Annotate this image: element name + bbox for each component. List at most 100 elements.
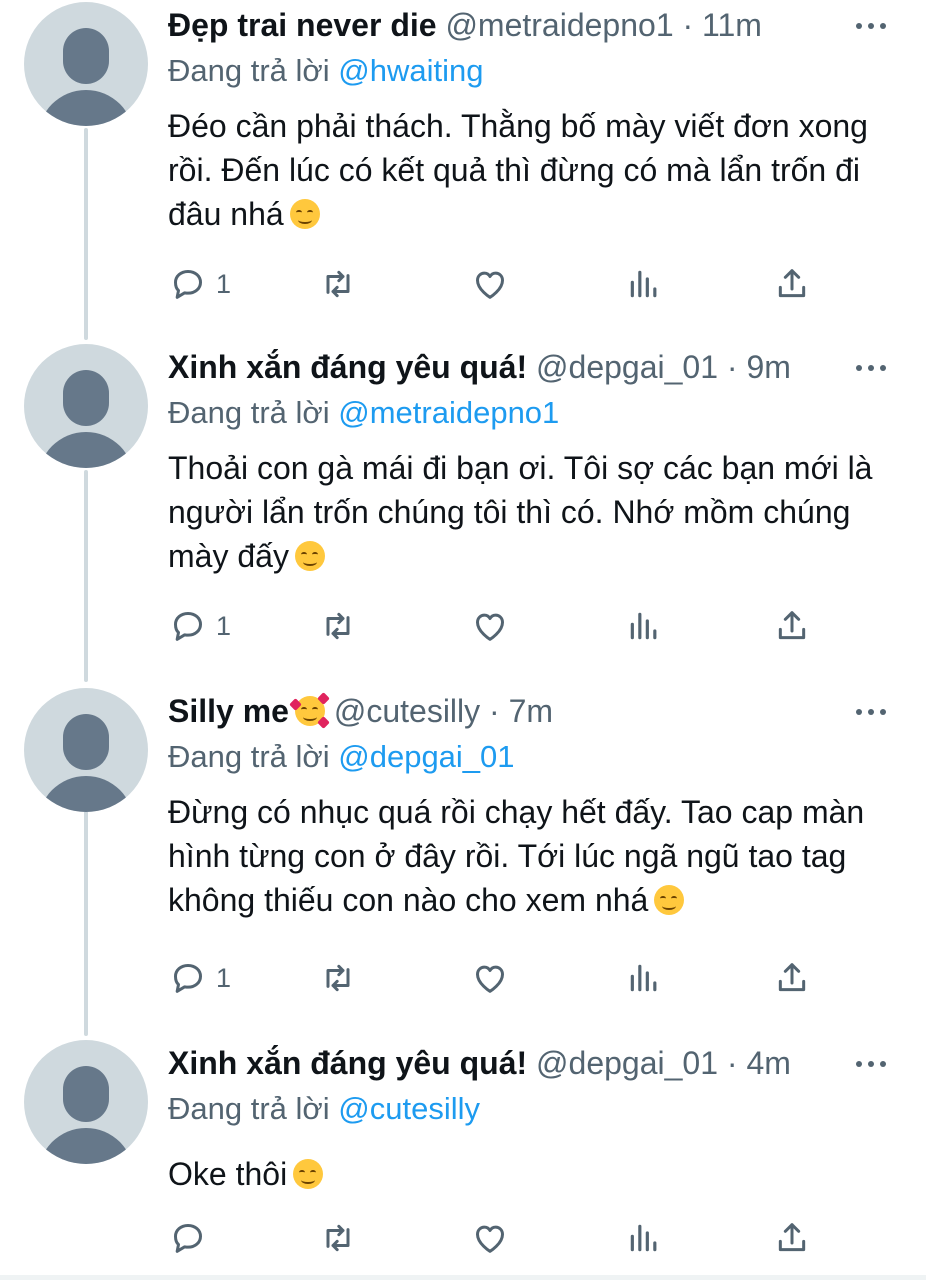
tweet-header: Xinh xắn đáng yêu quá! @depgai_01 · 4m xyxy=(168,1038,896,1088)
retweet-button[interactable] xyxy=(318,958,358,998)
like-button[interactable] xyxy=(470,264,510,304)
like-icon xyxy=(476,965,504,993)
like-button[interactable] xyxy=(470,606,510,646)
reply-icon xyxy=(174,270,202,299)
more-options-icon[interactable] xyxy=(856,10,890,40)
avatar[interactable] xyxy=(24,1040,148,1164)
display-name[interactable]: Silly me xyxy=(168,693,289,729)
separator: · xyxy=(726,349,738,385)
reply-button[interactable] xyxy=(168,1218,216,1258)
analytics-button[interactable] xyxy=(624,1218,664,1258)
tweet-header: Đẹp trai never die @metraidepno1 · 11m xyxy=(168,0,896,50)
tweet[interactable]: Xinh xắn đáng yêu quá! @depgai_01 · 9m Đ… xyxy=(0,342,926,682)
tweet-text-body: Oke thôi xyxy=(168,1156,288,1192)
tweet-text-body: Thoải con gà mái đi bạn ơi. Tôi sợ các b… xyxy=(168,450,873,574)
share-button[interactable] xyxy=(772,264,812,304)
reply-context: Đang trả lời @hwaiting xyxy=(168,50,896,92)
reply-context: Đang trả lời @metraidepno1 xyxy=(168,392,896,434)
retweet-button[interactable] xyxy=(318,606,358,646)
tweet[interactable]: Xinh xắn đáng yêu quá! @depgai_01 · 4m Đ… xyxy=(0,1038,926,1268)
reply-count: 1 xyxy=(216,268,232,299)
reply-icon xyxy=(174,612,202,641)
timestamp[interactable]: 7m xyxy=(509,693,553,729)
smirking-face-icon xyxy=(289,199,320,229)
analytics-icon xyxy=(630,964,657,992)
timestamp[interactable]: 4m xyxy=(746,1045,790,1081)
retweet-icon xyxy=(326,612,350,640)
reply-prefix: Đang trả lời xyxy=(168,1091,330,1126)
username[interactable]: @cutesilly xyxy=(334,693,480,729)
reply-icon xyxy=(174,1224,202,1253)
retweet-icon xyxy=(326,270,350,298)
timestamp[interactable]: 9m xyxy=(746,349,790,385)
more-options-icon[interactable] xyxy=(856,1048,890,1078)
reply-count: 1 xyxy=(216,962,232,993)
tweet-text-body: Đừng có nhục quá rồi chạy hết đấy. Tao c… xyxy=(168,794,865,918)
tweet-text: Đừng có nhục quá rồi chạy hết đấy. Tao c… xyxy=(168,790,896,922)
reply-mention[interactable]: @cutesilly xyxy=(338,1091,480,1126)
reply-mention[interactable]: @depgai_01 xyxy=(338,739,514,774)
like-icon xyxy=(476,1225,504,1253)
more-options-icon[interactable] xyxy=(856,352,890,382)
divider xyxy=(0,1275,926,1280)
share-button[interactable] xyxy=(772,606,812,646)
reply-button[interactable]: 1 xyxy=(168,958,231,998)
smirking-face-icon xyxy=(654,885,685,915)
display-name[interactable]: Đẹp trai never die xyxy=(168,7,437,43)
username[interactable]: @depgai_01 xyxy=(536,1045,718,1081)
retweet-button[interactable] xyxy=(318,1218,358,1258)
retweet-button[interactable] xyxy=(318,264,358,304)
display-name[interactable]: Xinh xắn đáng yêu quá! xyxy=(168,349,527,385)
reply-context: Đang trả lời @depgai_01 xyxy=(168,736,896,778)
reply-prefix: Đang trả lời xyxy=(168,739,330,774)
avatar[interactable] xyxy=(24,344,148,468)
analytics-icon xyxy=(630,1224,657,1252)
smiling-face-with-hearts-icon xyxy=(289,692,330,729)
share-button[interactable] xyxy=(772,958,812,998)
share-icon xyxy=(778,963,806,992)
tweet-text: Thoải con gà mái đi bạn ơi. Tôi sợ các b… xyxy=(168,446,896,578)
reply-button[interactable]: 1 xyxy=(168,264,231,304)
avatar[interactable] xyxy=(24,2,148,126)
username[interactable]: @depgai_01 xyxy=(536,349,718,385)
reply-button[interactable]: 1 xyxy=(168,606,231,646)
retweet-icon xyxy=(326,964,350,992)
tweet-header: Silly me @cutesilly · 7m xyxy=(168,686,896,736)
separator: · xyxy=(726,1045,738,1081)
like-icon xyxy=(476,613,504,641)
share-icon xyxy=(778,611,806,640)
tweet-actions: 1 xyxy=(168,958,868,998)
reply-prefix: Đang trả lời xyxy=(168,395,330,430)
retweet-icon xyxy=(326,1224,350,1252)
reply-mention[interactable]: @metraidepno1 xyxy=(338,395,559,430)
tweet-actions xyxy=(168,1218,868,1258)
tweet[interactable]: Đẹp trai never die @metraidepno1 · 11m Đ… xyxy=(0,0,926,340)
username[interactable]: @metraidepno1 xyxy=(445,7,673,43)
display-name[interactable]: Xinh xắn đáng yêu quá! xyxy=(168,1045,527,1081)
like-button[interactable] xyxy=(470,958,510,998)
analytics-button[interactable] xyxy=(624,264,664,304)
reply-mention[interactable]: @hwaiting xyxy=(338,53,483,88)
avatar[interactable] xyxy=(24,688,148,812)
analytics-icon xyxy=(630,270,657,298)
tweet[interactable]: Silly me @cutesilly · 7m Đang trả lời @d… xyxy=(0,686,926,1026)
tweet-text: Đéo cần phải thách. Thằng bố mày viết đơ… xyxy=(168,104,896,236)
analytics-icon xyxy=(630,612,657,640)
tweet-text: Oke thôi xyxy=(168,1152,896,1196)
like-button[interactable] xyxy=(470,1218,510,1258)
reply-context: Đang trả lời @cutesilly xyxy=(168,1088,896,1130)
tweet-header: Xinh xắn đáng yêu quá! @depgai_01 · 9m xyxy=(168,342,896,392)
share-icon xyxy=(778,269,806,298)
analytics-button[interactable] xyxy=(624,958,664,998)
relieved-face-icon xyxy=(294,541,325,571)
share-button[interactable] xyxy=(772,1218,812,1258)
more-options-icon[interactable] xyxy=(856,696,890,726)
tweet-actions: 1 xyxy=(168,606,868,646)
tweet-text-body: Đéo cần phải thách. Thằng bố mày viết đơ… xyxy=(168,108,868,232)
like-icon xyxy=(476,271,504,299)
analytics-button[interactable] xyxy=(624,606,664,646)
reply-count: 1 xyxy=(216,610,232,641)
reply-prefix: Đang trả lời xyxy=(168,53,330,88)
timestamp[interactable]: 11m xyxy=(702,7,762,43)
reply-icon xyxy=(174,964,202,993)
